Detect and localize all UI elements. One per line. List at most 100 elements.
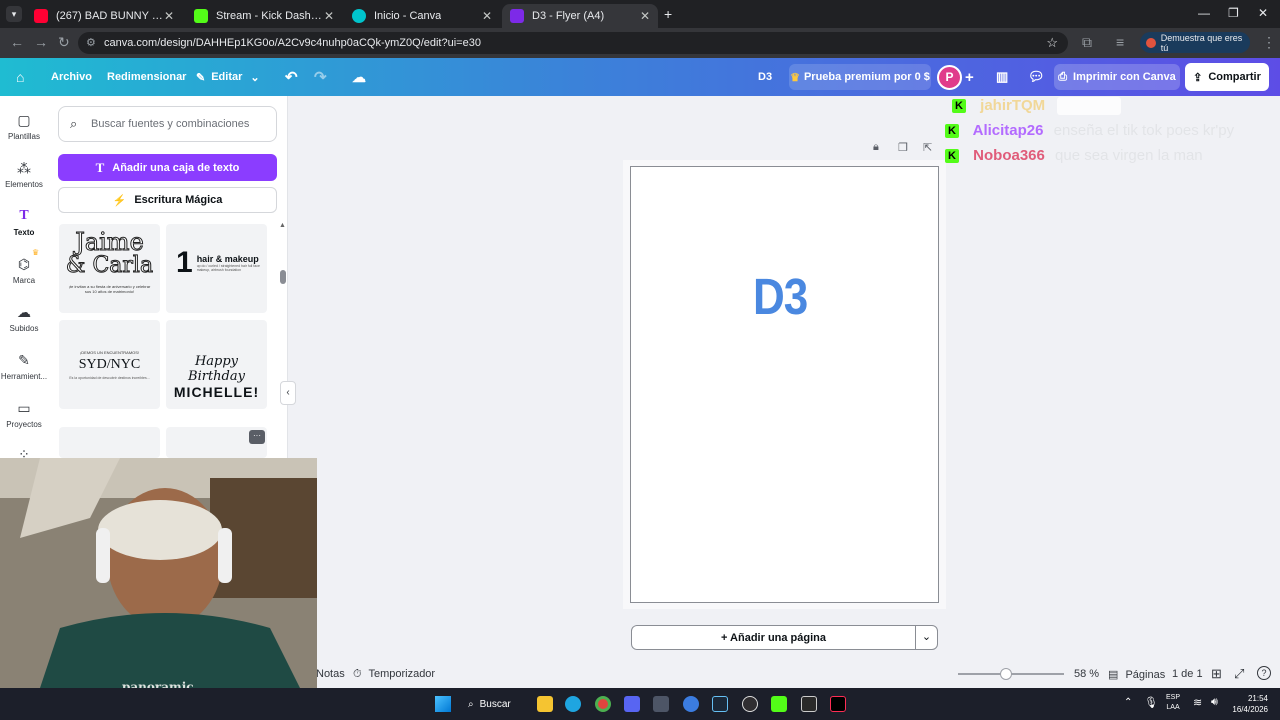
reload-icon[interactable]: ↻	[58, 34, 70, 51]
browser-tab-active[interactable]: D3 - Flyer (A4) ✕	[502, 4, 658, 28]
tab-search-icon[interactable]: ▾	[6, 6, 22, 22]
cloud-save-icon[interactable]: ☁	[352, 58, 366, 96]
close-tab-icon[interactable]: ✕	[640, 9, 650, 23]
rail-item-tools[interactable]: ✎ Herramient...	[0, 352, 48, 381]
obs-icon[interactable]	[742, 696, 758, 712]
font-combo-tile[interactable]: ···	[166, 427, 267, 458]
tab-label: Inicio - Canva	[374, 10, 442, 22]
mic-icon[interactable]: 🎙︎	[1144, 696, 1158, 709]
more-options-icon[interactable]: ···	[249, 430, 265, 444]
resize-button[interactable]: Redimensionar	[107, 58, 186, 96]
browser-menu-icon[interactable]: ⋮	[1262, 34, 1276, 51]
scroll-thumb[interactable]	[280, 270, 286, 284]
media-icon[interactable]: ≡	[1116, 34, 1124, 50]
add-page-button[interactable]: + Añadir una página ⌄	[631, 625, 938, 650]
tiktok-icon[interactable]	[830, 696, 846, 712]
extensions-icon[interactable]: ⧉	[1082, 34, 1092, 51]
profile-badge[interactable]: Demuestra que eres tú	[1140, 32, 1250, 53]
design-title-text[interactable]: D3	[753, 269, 808, 327]
edge-icon[interactable]	[565, 696, 581, 712]
scroll-up-icon[interactable]: ▲	[279, 222, 286, 229]
zoom-slider-thumb[interactable]	[1000, 668, 1012, 680]
canva-icon	[352, 9, 366, 23]
rail-item-brand[interactable]: ⌬ Marca ♛	[0, 248, 48, 285]
chrome-icon[interactable]	[595, 696, 611, 712]
pages-button[interactable]: ▤ Páginas	[1108, 668, 1165, 681]
steam-icon[interactable]	[712, 696, 728, 712]
font-search-input[interactable]: ⌕ Buscar fuentes y combinaciones	[58, 106, 277, 142]
rail-item-uploads[interactable]: ☁ Subidos	[0, 304, 48, 333]
vpn-icon[interactable]	[683, 696, 699, 712]
clock[interactable]: 21:54 16/4/2026	[1226, 693, 1268, 715]
tile-row: 1 hair & makeup up do / curled / straigh…	[176, 248, 267, 278]
close-tab-icon[interactable]: ✕	[482, 9, 492, 23]
edit-menu[interactable]: ✎ Editar ⌄	[196, 58, 260, 96]
comments-icon[interactable]: 💬︎	[1028, 58, 1045, 96]
panel-scrollbar[interactable]: ▲	[279, 222, 286, 458]
font-combo-tile[interactable]: ¡DEMOS UN ENCUENTRAMOS! SYD/NYC Es la op…	[59, 320, 160, 409]
print-with-canva-button[interactable]: ⎙ Imprimir con Canva	[1054, 64, 1180, 90]
font-combo-tile[interactable]: 1 hair & makeup up do / curled / straigh…	[166, 224, 267, 313]
rail-item-elements[interactable]: ⁂ Elementos	[0, 160, 48, 189]
windows-start-icon[interactable]	[435, 696, 451, 712]
browser-tab[interactable]: (267) BAD BUNNY x DADDY YA ✕	[26, 4, 182, 28]
add-collaborator-icon[interactable]: +	[965, 58, 974, 96]
zoom-level[interactable]: 58 %	[1074, 668, 1099, 680]
lock-icon[interactable]: 🔒︎	[873, 141, 879, 154]
rail-item-templates[interactable]: ▢ Plantillas	[0, 112, 48, 141]
forward-icon[interactable]: →	[34, 34, 48, 50]
rail-item-projects[interactable]: ▭ Proyectos	[0, 400, 48, 429]
back-icon[interactable]: ←	[10, 34, 24, 50]
epic-games-icon[interactable]	[801, 696, 817, 712]
analytics-icon[interactable]: ▥	[996, 58, 1008, 96]
tile-eyebrow: ¡DEMOS UN ENCUENTRAMOS!	[79, 350, 140, 355]
rail-item-text[interactable]: T Texto	[0, 208, 48, 237]
add-page-icon[interactable]: ⇱	[923, 141, 932, 154]
new-tab-icon[interactable]: +	[664, 6, 672, 22]
share-button[interactable]: ⇪ Compartir	[1185, 63, 1269, 91]
address-bar[interactable]: ⚙ canva.com/design/DAHHEp1KG0o/A2Cv9c4nu…	[78, 32, 1068, 54]
collapse-panel-button[interactable]: ‹	[280, 381, 296, 405]
minimize-icon[interactable]: —	[1198, 6, 1210, 20]
restore-icon[interactable]: ❐	[1228, 6, 1239, 20]
chat-message: K jahirTQM	[952, 97, 1122, 116]
wifi-icon[interactable]: ≋	[1193, 696, 1202, 709]
premium-trial-button[interactable]: ♛ Prueba premium por 0 $	[789, 64, 931, 90]
text-t-icon: T	[95, 159, 105, 175]
browser-tab[interactable]: Stream - Kick Dashboard ✕	[186, 4, 342, 28]
sys-tray-chevron-icon[interactable]: ⌃	[1124, 697, 1132, 708]
add-text-box-button[interactable]: T Añadir una caja de texto	[58, 154, 277, 181]
close-window-icon[interactable]: ✕	[1258, 6, 1268, 20]
file-explorer-icon[interactable]	[537, 696, 553, 712]
help-icon[interactable]: ?	[1257, 666, 1271, 680]
bookmark-star-icon[interactable]: ☆	[1046, 35, 1058, 51]
taskbar-search[interactable]: ⌕ Buscar	[468, 695, 528, 713]
grid-view-icon[interactable]: ⊞	[1211, 666, 1222, 682]
undo-icon[interactable]: ↶	[285, 58, 298, 96]
font-combo-tile[interactable]: Happy Birthday MICHELLE!	[166, 320, 267, 409]
volume-icon[interactable]: 🔊︎	[1211, 696, 1218, 709]
font-combo-tile[interactable]: Jaime & Carla ¡te invitan a su fiesta de…	[59, 224, 160, 313]
close-tab-icon[interactable]: ✕	[164, 9, 174, 23]
chat-message: K Alicitap26 enseña el tik tok poes kr'p…	[945, 122, 1234, 139]
home-icon[interactable]: ⌂	[16, 58, 24, 96]
site-info-icon[interactable]: ⚙	[86, 36, 96, 49]
design-title[interactable]: D3	[758, 58, 772, 96]
timer-button[interactable]: ⏱ Temporizador	[353, 668, 435, 681]
fullscreen-icon[interactable]: ⤢	[1234, 666, 1244, 682]
language-indicator[interactable]: ESP LAA	[1166, 693, 1180, 713]
close-tab-icon[interactable]: ✕	[324, 9, 334, 23]
kick-icon[interactable]	[771, 696, 787, 712]
file-menu[interactable]: Archivo	[51, 58, 92, 96]
font-combo-tile[interactable]	[59, 427, 160, 458]
browser-tab[interactable]: Inicio - Canva ✕	[344, 4, 500, 28]
magic-write-button[interactable]: ⚡ Escritura Mágica	[58, 187, 277, 213]
design-page[interactable]: D3	[630, 166, 939, 603]
discord-icon[interactable]	[624, 696, 640, 712]
duplicate-page-icon[interactable]: ❐	[898, 141, 908, 154]
notes-button[interactable]: Notas	[316, 668, 345, 680]
app-icon[interactable]	[653, 696, 669, 712]
chevron-down-icon[interactable]: ⌄	[915, 626, 937, 649]
user-avatar[interactable]: P	[937, 65, 962, 90]
redo-icon[interactable]: ↷	[314, 58, 327, 96]
